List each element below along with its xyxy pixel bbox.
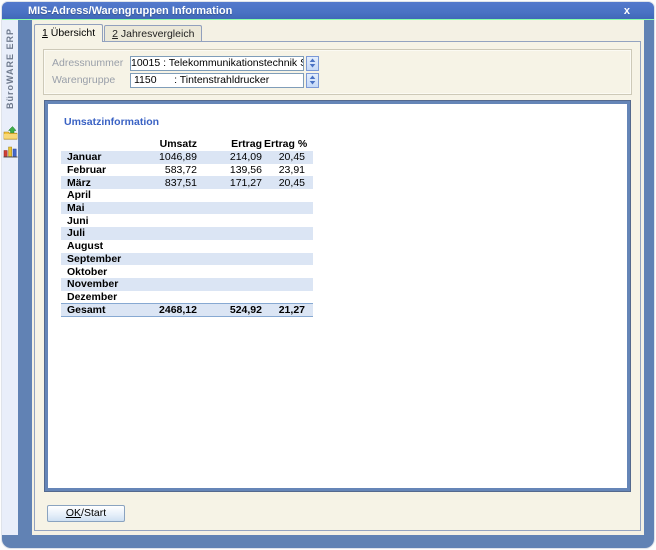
ok-start-button[interactable]: OK/Start (47, 505, 125, 522)
button-row: OK/Start (35, 499, 640, 527)
table-row: April (61, 189, 313, 202)
mis-window: MIS-Adress/Warengruppen Information x Bü… (2, 2, 654, 548)
warengruppe-value: 1150 : Tintenstrahldrucker (131, 74, 303, 86)
table-row: September (61, 253, 313, 266)
sidebar: BüroWARE ERP (2, 20, 18, 535)
report-panel: Umsatzinformation Umsatz Ertrag Ertrag % (45, 101, 630, 491)
brand-vertical-label: BüroWARE ERP (2, 28, 18, 128)
col-ertrag: Ertrag (199, 137, 264, 151)
table-row: November (61, 278, 313, 291)
tab-uebersicht[interactable]: 1 Übersicht (34, 24, 103, 42)
report-title: Umsatzinformation (64, 116, 627, 128)
filter-groupbox: Adressnummer 10015 : Telekommunikationst… (43, 49, 632, 95)
adressnummer-spinner-button[interactable] (306, 56, 319, 71)
table-row: Mai (61, 202, 313, 215)
table-row: März837,51171,2720,45 (61, 176, 313, 189)
warengruppe-label: Warengruppe (52, 74, 130, 86)
sidebar-toolbar (2, 126, 18, 158)
warengruppe-field[interactable]: 1150 : Tintenstrahldrucker (130, 73, 304, 88)
table-row: Oktober (61, 265, 313, 278)
table-row: Januar1046,89214,0920,45 (61, 151, 313, 164)
window-title: MIS-Adress/Warengruppen Information (28, 5, 620, 17)
table-row: August (61, 240, 313, 253)
adressnummer-value: 10015 : Telekommunikationstechnik Seip /… (131, 57, 303, 69)
table-row: Februar583,72139,5623,91 (61, 164, 313, 177)
table-row: Juli (61, 227, 313, 240)
frame-gap (18, 20, 32, 535)
adressnummer-row: Adressnummer 10015 : Telekommunikationst… (52, 55, 623, 71)
table-header-row: Umsatz Ertrag Ertrag % (61, 137, 313, 151)
close-icon[interactable]: x (620, 5, 634, 17)
col-ertrag-pct: Ertrag % (264, 137, 313, 151)
chart-icon[interactable] (3, 144, 18, 158)
table-total-row: Gesamt2468,12524,9221,27 (61, 303, 313, 316)
title-bar: MIS-Adress/Warengruppen Information x (2, 2, 654, 20)
adressnummer-label: Adressnummer (52, 57, 130, 69)
window-body: BüroWARE ERP (2, 20, 654, 547)
tab-strip: 1 Übersicht 2 Jahresvergleich (32, 20, 644, 41)
up-down-spinner-icon (309, 58, 316, 68)
warengruppe-row: Warengruppe 1150 : Tintenstrahldrucker (52, 72, 623, 88)
warengruppe-spinner-button[interactable] (306, 73, 319, 88)
table-row: Dezember (61, 291, 313, 304)
umsatz-table: Umsatz Ertrag Ertrag % Januar1046,89214,… (61, 137, 313, 317)
content-area: 1 Übersicht 2 Jahresvergleich Adressnumm… (32, 20, 644, 535)
tab-panel-uebersicht: Adressnummer 10015 : Telekommunikationst… (34, 41, 641, 531)
table-row: Juni (61, 214, 313, 227)
open-folder-icon[interactable] (3, 126, 18, 140)
tab-jahresvergleich[interactable]: 2 Jahresvergleich (104, 25, 202, 41)
adressnummer-field[interactable]: 10015 : Telekommunikationstechnik Seip /… (130, 56, 304, 71)
col-umsatz: Umsatz (123, 137, 199, 151)
up-down-spinner-icon (309, 75, 316, 85)
